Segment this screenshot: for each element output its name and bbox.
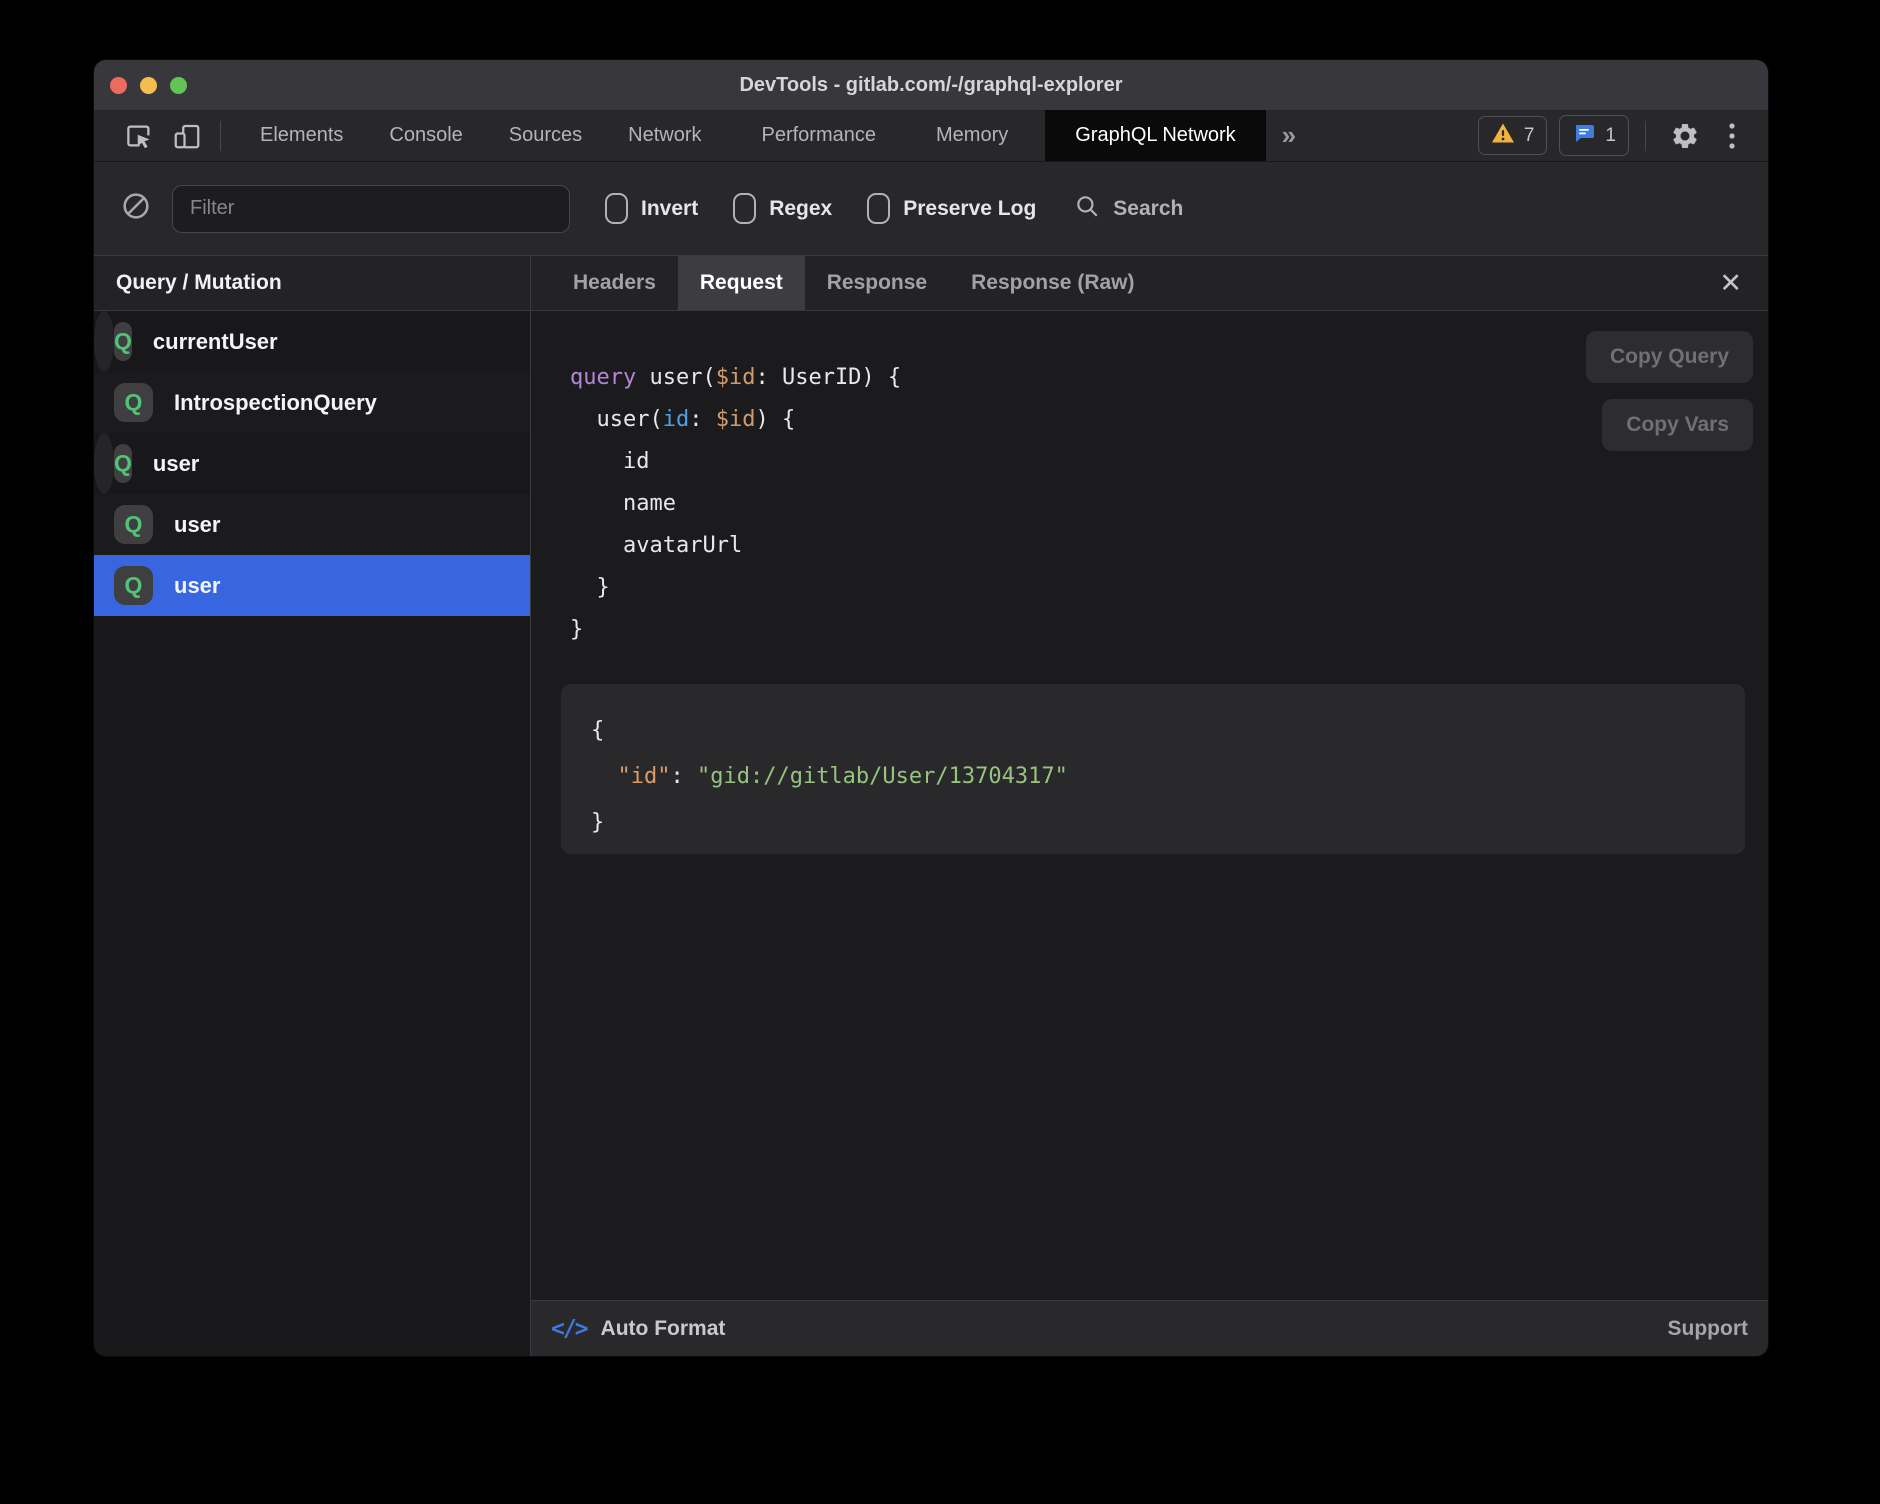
zoom-window-button[interactable] — [170, 77, 187, 94]
tab-graphql-network[interactable]: GraphQL Network — [1045, 110, 1265, 161]
invert-checkbox-group[interactable]: Invert — [605, 193, 698, 224]
issues-badge[interactable]: 1 — [1559, 115, 1629, 156]
query-type-badge: Q — [114, 322, 132, 361]
query-type-badge: Q — [114, 566, 153, 605]
list-item-user-1[interactable]: Q user — [94, 433, 114, 494]
regex-checkbox[interactable] — [733, 193, 756, 224]
detail-tabs: Headers Request Response Response (Raw) … — [531, 256, 1768, 311]
copy-vars-button[interactable]: Copy Vars — [1602, 399, 1753, 451]
toolbar-right-divider — [1645, 121, 1646, 151]
tab-network[interactable]: Network — [605, 110, 724, 161]
device-toolbar-icon[interactable] — [172, 121, 202, 151]
window-title: DevTools - gitlab.com/-/graphql-explorer — [94, 74, 1768, 97]
tab-response[interactable]: Response — [805, 256, 949, 310]
support-link[interactable]: Support — [1668, 1317, 1748, 1341]
statusbar: </> Auto Format Support — [531, 1300, 1768, 1356]
more-tabs-icon[interactable]: » — [1266, 110, 1312, 161]
toolbar-divider — [220, 121, 221, 151]
request-body: query user($id: UserID) { user(id: $id) … — [531, 311, 1768, 1300]
preserve-log-checkbox[interactable] — [867, 193, 890, 224]
minimize-window-button[interactable] — [140, 77, 157, 94]
query-variables-code: { "id": "gid://gitlab/User/13704317" } — [591, 708, 1715, 846]
tab-headers[interactable]: Headers — [551, 256, 678, 310]
query-type-badge: Q — [114, 383, 153, 422]
regex-checkbox-group[interactable]: Regex — [733, 193, 832, 224]
titlebar: DevTools - gitlab.com/-/graphql-explorer — [94, 60, 1768, 110]
query-list-panel: Query / Mutation Q currentUser Q Introsp… — [94, 256, 531, 1356]
preserve-log-checkbox-group[interactable]: Preserve Log — [867, 193, 1036, 224]
warning-count: 7 — [1524, 125, 1535, 147]
search-control[interactable]: Search — [1074, 193, 1183, 224]
preserve-log-label: Preserve Log — [903, 197, 1036, 221]
gear-icon[interactable] — [1662, 121, 1708, 151]
tab-performance[interactable]: Performance — [739, 110, 900, 161]
close-window-button[interactable] — [110, 77, 127, 94]
invert-label: Invert — [641, 197, 698, 221]
request-detail-panel: Headers Request Response Response (Raw) … — [531, 256, 1768, 1356]
search-icon — [1074, 193, 1100, 224]
graphql-query-code: query user($id: UserID) { user(id: $id) … — [570, 357, 901, 651]
devtools-toolbar: Elements Console Sources Network Perform… — [94, 110, 1768, 162]
warnings-badge[interactable]: 7 — [1478, 116, 1548, 155]
tab-console[interactable]: Console — [366, 110, 485, 161]
tab-elements[interactable]: Elements — [237, 110, 366, 161]
list-item-user-2[interactable]: Q user — [94, 494, 530, 555]
message-icon — [1572, 121, 1596, 150]
query-variables-box: { "id": "gid://gitlab/User/13704317" } — [561, 684, 1745, 854]
list-item-currentUser[interactable]: Q currentUser — [94, 311, 114, 372]
kebab-menu-icon[interactable] — [1720, 121, 1744, 151]
tab-response-raw[interactable]: Response (Raw) — [949, 256, 1156, 310]
warning-icon — [1491, 122, 1515, 149]
regex-label: Regex — [769, 197, 832, 221]
close-icon[interactable]: ✕ — [1711, 266, 1750, 301]
filter-input[interactable] — [172, 185, 570, 233]
devtools-window: DevTools - gitlab.com/-/graphql-explorer… — [94, 60, 1768, 1356]
filter-bar: Invert Regex Preserve Log Search — [94, 162, 1768, 256]
code-format-icon: </> — [551, 1316, 587, 1342]
query-type-badge: Q — [114, 505, 153, 544]
invert-checkbox[interactable] — [605, 193, 628, 224]
tab-request[interactable]: Request — [678, 256, 805, 310]
query-type-badge: Q — [114, 444, 132, 483]
inspect-icon[interactable] — [124, 121, 154, 151]
tab-sources[interactable]: Sources — [486, 110, 605, 161]
query-list-header: Query / Mutation — [94, 256, 530, 311]
tab-memory[interactable]: Memory — [913, 110, 1031, 161]
copy-query-button[interactable]: Copy Query — [1586, 331, 1753, 383]
search-label: Search — [1113, 197, 1183, 221]
auto-format-button[interactable]: Auto Format — [601, 1317, 726, 1341]
list-item-user-3-selected[interactable]: Q user — [94, 555, 530, 616]
list-item-introspectionquery[interactable]: Q IntrospectionQuery — [94, 372, 530, 433]
issue-count: 1 — [1605, 125, 1616, 147]
block-icon[interactable] — [120, 190, 152, 227]
